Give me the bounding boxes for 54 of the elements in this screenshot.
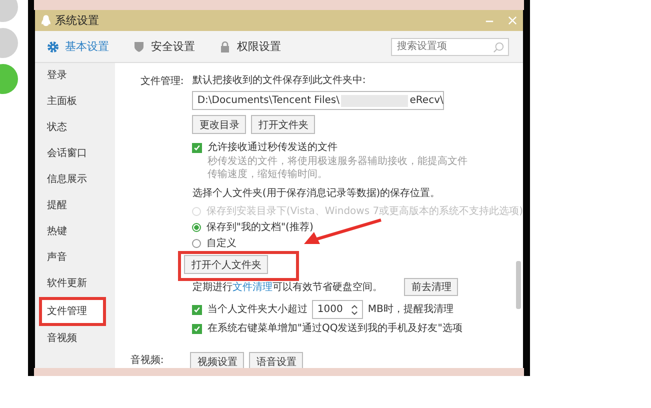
section-label: 音视频: (130, 354, 165, 367)
search-icon (493, 42, 504, 52)
radio-label: 保存到"我的文档"(推荐) (206, 220, 314, 234)
sidebar-item[interactable]: 文件管理 (42, 300, 104, 323)
size-spinner[interactable]: 1000 (312, 300, 363, 319)
checkbox[interactable] (192, 142, 202, 152)
sidebar-item[interactable]: 软件更新 (35, 271, 116, 297)
folder-path-field[interactable]: D:\Documents\Tencent Files\ eRecv\ (192, 91, 444, 110)
folder-button[interactable]: 更改目录 (192, 115, 246, 134)
gear-icon (47, 40, 59, 52)
radio-label: 自定义 (206, 236, 236, 250)
penguin-icon (41, 14, 51, 26)
search-field[interactable]: 搜索设置项 (391, 38, 509, 56)
media-settings-button[interactable]: 语音设置 (249, 352, 304, 368)
spinner-arrows-icon[interactable] (350, 304, 358, 316)
checkbox-label: 当个人文件夹大小超过 (207, 303, 308, 316)
cleanup-button[interactable]: 前去清理 (404, 278, 458, 296)
cleanup-link[interactable]: 文件清理 (232, 282, 272, 292)
section-label: 文件管理: (140, 74, 185, 89)
media-settings-button[interactable]: 视频设置 (190, 352, 244, 368)
radio-button[interactable] (192, 238, 202, 248)
radio-label: 保存到安装目录下(Vista、Windows 7或更高版本的系统不支持此选项) (206, 204, 523, 218)
open-folder-button[interactable]: 打开个人文件夹 (184, 255, 268, 274)
settings-tab[interactable]: 权限设置 (219, 39, 281, 54)
close-icon[interactable] (508, 16, 517, 25)
path-text: D:\Documents\Tencent Files\ (197, 94, 340, 107)
sidebar-item[interactable]: 提醒 (35, 193, 116, 219)
sidebar-item[interactable]: 音视频 (35, 326, 116, 352)
settings-tab[interactable]: 基本设置 (47, 39, 109, 54)
sidebar-item[interactable]: 热键 (35, 219, 116, 245)
radio-button[interactable] (192, 222, 202, 232)
shield-icon (133, 40, 145, 52)
instruction-text: 默认把接收到的文件保存到此文件夹中: (192, 74, 367, 87)
settings-tab[interactable]: 安全设置 (133, 39, 195, 54)
folder-button[interactable]: 打开文件夹 (251, 115, 316, 134)
description-text: 秒传发送的文件，将使用极速服务器辅助接收，能提高文件传输速度，缩短传输时间。 (207, 155, 468, 181)
sidebar-item[interactable]: 信息展示 (35, 167, 116, 193)
sidebar-item[interactable]: 主面板 (35, 89, 116, 115)
spinner-value: 1000 (317, 303, 343, 316)
sidebar-item[interactable]: 状态 (35, 115, 116, 141)
unit-text: MB时，提醒我清理 (368, 303, 454, 316)
checkbox-label: 在系统右键菜单增加"通过QQ发送到我的手机及好友"选项 (207, 322, 462, 335)
path-text: eRecv\ (410, 94, 444, 107)
sidebar-item[interactable]: 登录 (35, 63, 116, 89)
checkbox[interactable] (192, 304, 202, 314)
scrollbar[interactable] (516, 261, 521, 309)
checkbox[interactable] (192, 324, 202, 334)
sidebar-item[interactable]: 声音 (35, 245, 116, 271)
instruction-text: 选择个人文件夹(用于保存消息记录等数据)的保存位置。 (192, 187, 442, 200)
lock-icon (219, 40, 231, 52)
sidebar-item[interactable]: 会话窗口 (35, 141, 116, 167)
cleanup-text: 定期进行文件清理可以有效节省硬盘空间。 (192, 280, 382, 294)
checkbox-label: 允许接收通过秒传发送的文件 (207, 141, 338, 154)
window-title: 系统设置 (55, 13, 99, 28)
